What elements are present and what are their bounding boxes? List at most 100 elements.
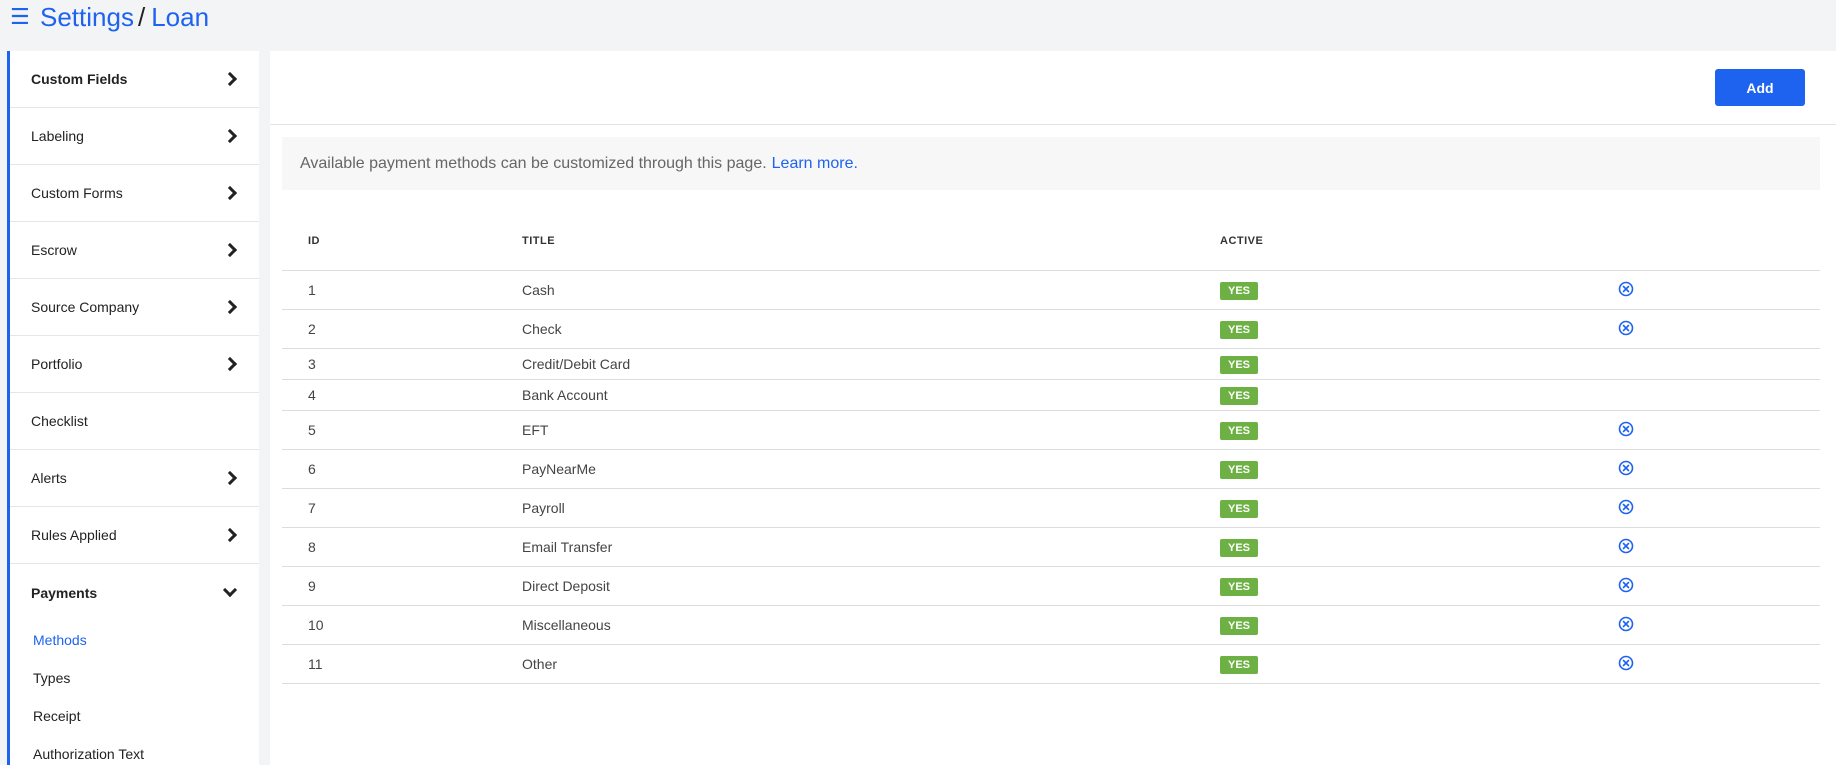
close-circle-icon[interactable] (1618, 421, 1634, 437)
cell-title: Payroll (522, 500, 565, 516)
sidebar-item-label: Source Company (31, 299, 140, 315)
sidebar-item-label: Escrow (31, 242, 77, 258)
sidebar: Custom Fields Labeling Custom Forms Escr… (7, 51, 259, 765)
close-circle-icon[interactable] (1618, 655, 1634, 671)
sidebar-item-label: Labeling (31, 128, 84, 144)
close-circle-icon[interactable] (1618, 538, 1634, 554)
sidebar-subitem-receipt[interactable]: Receipt (10, 697, 259, 735)
cell-title: Miscellaneous (522, 617, 611, 633)
close-circle-icon[interactable] (1618, 320, 1634, 336)
cell-active: YES (1220, 616, 1618, 635)
cell-id: 6 (308, 461, 316, 477)
cell-title: Bank Account (522, 387, 608, 403)
close-circle-icon[interactable] (1618, 616, 1634, 632)
sidebar-item-escrow[interactable]: Escrow (10, 222, 259, 279)
cell-active: YES (1220, 655, 1618, 674)
cell-actions (1618, 421, 1820, 440)
column-header-title[interactable]: TITLE (522, 235, 1220, 247)
cell-id: 5 (308, 422, 316, 438)
main-panel: Add Available payment methods can be cus… (270, 51, 1836, 765)
table-row: 5 EFT YES (282, 411, 1820, 450)
cell-title: Direct Deposit (522, 578, 610, 594)
cell-active: YES (1220, 386, 1618, 405)
sidebar-item-custom-forms[interactable]: Custom Forms (10, 165, 259, 222)
chevron-right-icon (222, 242, 238, 258)
status-badge: YES (1220, 281, 1259, 300)
sidebar-item-label: Payments (31, 584, 98, 601)
sidebar-item-label: Checklist (31, 413, 88, 429)
cell-title: Check (522, 321, 562, 337)
chevron-right-icon (222, 470, 238, 486)
sidebar-item-checklist[interactable]: Checklist (10, 393, 259, 450)
cell-actions (1618, 655, 1820, 674)
chevron-right-icon (222, 71, 238, 87)
table-row: 2 Check YES (282, 310, 1820, 349)
cell-actions (1618, 460, 1820, 479)
status-badge: YES (1220, 655, 1259, 674)
breadcrumb-separator: / (137, 1, 146, 32)
cell-title: EFT (522, 422, 549, 438)
cell-active: YES (1220, 577, 1618, 596)
cell-id: 4 (308, 387, 316, 403)
sidebar-subitem-authorization-text[interactable]: Authorization Text (10, 735, 259, 765)
table-row: 10 Miscellaneous YES (282, 606, 1820, 645)
status-badge: YES (1220, 616, 1259, 635)
add-button[interactable]: Add (1715, 69, 1805, 106)
table-body: 1 Cash YES 2 Check YES 3 Credit/Debit Card YES 4 B… (282, 271, 1820, 684)
payment-methods-table: ID TITLE ACTIVE 1 Cash YES 2 Check YES 3 Credit… (282, 235, 1820, 684)
sidebar-item-custom-fields[interactable]: Custom Fields (10, 51, 259, 108)
cell-id: 3 (308, 356, 316, 372)
cell-active: YES (1220, 421, 1618, 440)
sidebar-item-label: Custom Forms (31, 185, 123, 201)
chevron-right-icon (222, 185, 238, 201)
chevron-right-icon (222, 527, 238, 543)
cell-actions (1618, 499, 1820, 518)
sidebar-subitem-types[interactable]: Types (10, 659, 259, 697)
status-badge: YES (1220, 386, 1259, 405)
column-header-id[interactable]: ID (282, 235, 522, 247)
sidebar-item-alerts[interactable]: Alerts (10, 450, 259, 507)
cell-title: Cash (522, 282, 555, 298)
sidebar-item-labeling[interactable]: Labeling (10, 108, 259, 165)
cell-actions (1618, 320, 1820, 339)
hamburger-icon[interactable]: ☰ (10, 6, 32, 28)
cell-title: Other (522, 656, 558, 672)
status-badge: YES (1220, 499, 1259, 518)
table-row: 4 Bank Account YES (282, 380, 1820, 411)
cell-title: Credit/Debit Card (522, 356, 631, 372)
sidebar-item-source-company[interactable]: Source Company (10, 279, 259, 336)
breadcrumb-settings[interactable]: Settings (40, 2, 134, 33)
learn-more-link[interactable]: Learn more. (772, 155, 858, 173)
table-row: 6 PayNearMe YES (282, 450, 1820, 489)
close-circle-icon[interactable] (1618, 499, 1634, 515)
chevron-down-icon (222, 582, 238, 598)
sidebar-item-label: Custom Fields (31, 71, 128, 87)
status-badge: YES (1220, 538, 1259, 557)
cell-id: 1 (308, 282, 316, 298)
chevron-right-icon (222, 299, 238, 315)
status-badge: YES (1220, 355, 1259, 374)
sidebar-item-portfolio[interactable]: Portfolio (10, 336, 259, 393)
table-header: ID TITLE ACTIVE (282, 235, 1820, 271)
table-row: 8 Email Transfer YES (282, 528, 1820, 567)
sidebar-item-payments[interactable]: Payments (10, 564, 259, 621)
cell-actions (1618, 577, 1820, 596)
cell-active: YES (1220, 538, 1618, 557)
cell-id: 2 (308, 321, 316, 337)
cell-id: 8 (308, 539, 316, 555)
breadcrumb-loan[interactable]: Loan (151, 2, 209, 33)
table-row: 1 Cash YES (282, 271, 1820, 310)
info-banner: Available payment methods can be customi… (282, 137, 1820, 190)
cell-active: YES (1220, 460, 1618, 479)
cell-actions (1618, 616, 1820, 635)
table-row: 7 Payroll YES (282, 489, 1820, 528)
chevron-right-icon (222, 128, 238, 144)
close-circle-icon[interactable] (1618, 460, 1634, 476)
table-row: 3 Credit/Debit Card YES (282, 349, 1820, 380)
sidebar-item-rules-applied[interactable]: Rules Applied (10, 507, 259, 564)
sidebar-subitem-methods[interactable]: Methods (10, 621, 259, 659)
cell-actions (1618, 281, 1820, 300)
close-circle-icon[interactable] (1618, 577, 1634, 593)
column-header-active[interactable]: ACTIVE (1220, 235, 1618, 247)
close-circle-icon[interactable] (1618, 281, 1634, 297)
